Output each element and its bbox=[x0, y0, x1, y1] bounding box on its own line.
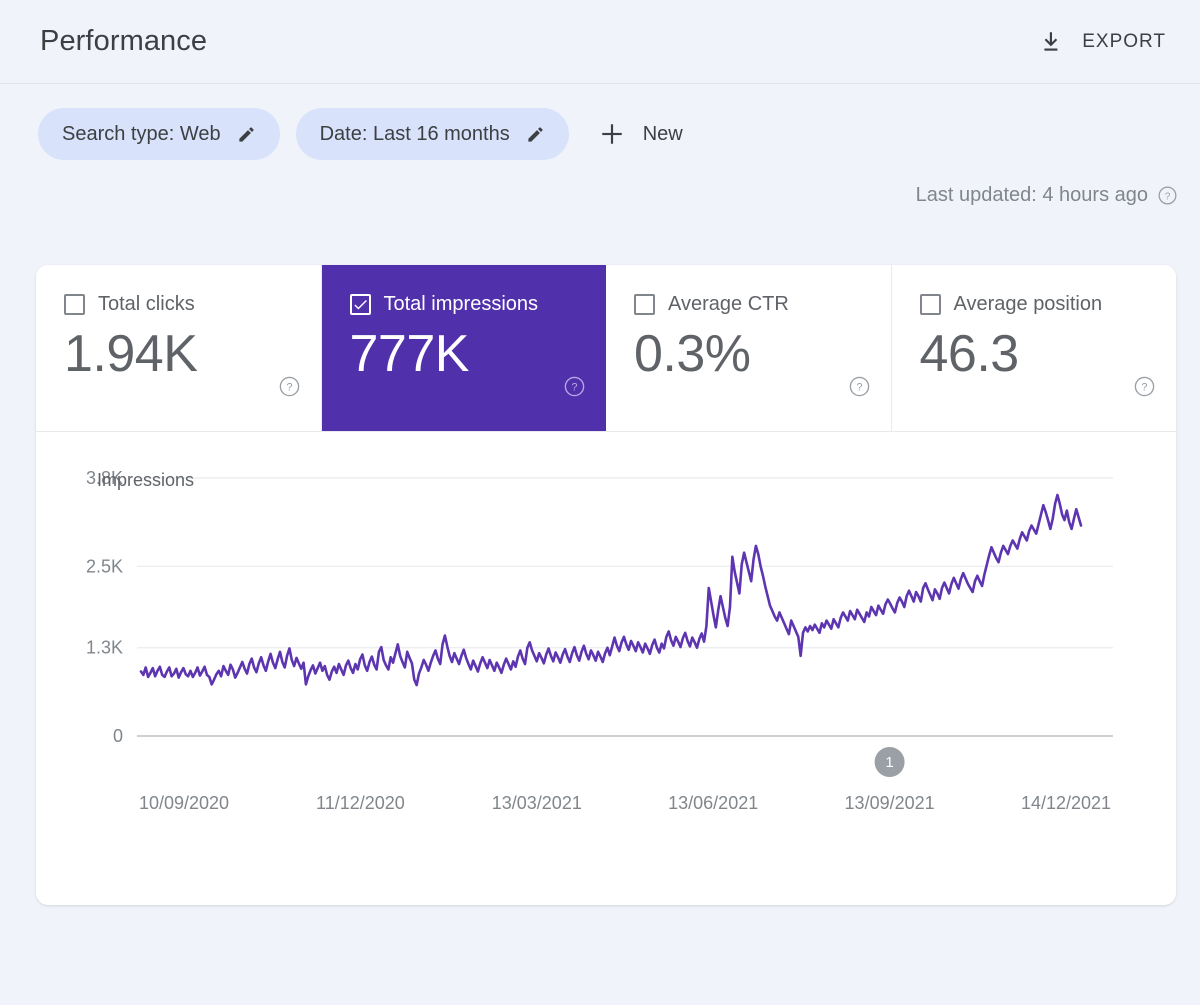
filter-chip-date-label: Date: Last 16 months bbox=[320, 123, 510, 146]
help-circle-icon[interactable]: ? bbox=[848, 375, 871, 403]
x-axis-tick-label: 13/09/2021 bbox=[845, 793, 935, 813]
new-filter-button[interactable]: New bbox=[585, 108, 697, 160]
filter-bar: Search type: Web Date: Last 16 months Ne… bbox=[0, 84, 1200, 160]
svg-text:?: ? bbox=[1165, 191, 1171, 202]
metric-header: Average CTR bbox=[634, 293, 891, 316]
metric-card-total-clicks[interactable]: Total clicks 1.94K ? bbox=[36, 265, 322, 431]
checkbox-average-ctr[interactable] bbox=[634, 294, 655, 315]
chart-canvas[interactable]: 3.8K2.5K1.3K010/09/202011/12/202013/03/2… bbox=[36, 432, 1176, 904]
chart-title: Impressions bbox=[97, 470, 194, 491]
page-header: Performance EXPORT bbox=[0, 0, 1200, 84]
new-filter-label: New bbox=[643, 123, 683, 146]
x-axis-tick-label: 11/12/2020 bbox=[316, 793, 405, 813]
pencil-icon[interactable] bbox=[526, 125, 545, 144]
metric-value: 46.3 bbox=[920, 326, 1177, 382]
metric-cards: Total clicks 1.94K ? Total impressions 7… bbox=[36, 265, 1176, 432]
metric-card-total-impressions[interactable]: Total impressions 777K ? bbox=[322, 265, 607, 431]
metric-label: Total impressions bbox=[384, 293, 539, 316]
pencil-icon[interactable] bbox=[237, 125, 256, 144]
export-label: EXPORT bbox=[1082, 31, 1166, 53]
filter-chip-date[interactable]: Date: Last 16 months bbox=[296, 108, 569, 160]
filter-chip-search-type[interactable]: Search type: Web bbox=[38, 108, 280, 160]
metric-label: Average position bbox=[954, 293, 1103, 316]
performance-card: Total clicks 1.94K ? Total impressions 7… bbox=[36, 265, 1176, 905]
metric-card-average-position[interactable]: Average position 46.3 ? bbox=[892, 265, 1177, 431]
checkbox-total-clicks[interactable] bbox=[64, 294, 85, 315]
y-axis-tick-label: 2.5K bbox=[86, 556, 123, 576]
filter-chip-search-type-label: Search type: Web bbox=[62, 123, 221, 146]
checkbox-total-impressions[interactable] bbox=[350, 294, 371, 315]
metric-label: Average CTR bbox=[668, 293, 789, 316]
chart-line-impressions[interactable] bbox=[141, 495, 1081, 685]
chart-annotation-marker[interactable]: 1 bbox=[875, 747, 905, 777]
svg-text:?: ? bbox=[1141, 382, 1147, 394]
svg-text:?: ? bbox=[856, 382, 862, 394]
download-icon bbox=[1039, 29, 1065, 55]
metric-card-average-ctr[interactable]: Average CTR 0.3% ? bbox=[606, 265, 892, 431]
y-axis-tick-label: 1.3K bbox=[86, 638, 123, 658]
last-updated-text: Last updated: 4 hours ago bbox=[916, 184, 1148, 207]
svg-text:1: 1 bbox=[885, 754, 893, 771]
help-circle-icon[interactable]: ? bbox=[278, 375, 301, 403]
x-axis-tick-label: 13/03/2021 bbox=[492, 793, 582, 813]
metric-header: Average position bbox=[920, 293, 1177, 316]
export-button[interactable]: EXPORT bbox=[1027, 21, 1178, 63]
last-updated-row: Last updated: 4 hours ago ? bbox=[0, 160, 1200, 207]
x-axis-tick-label: 13/06/2021 bbox=[668, 793, 758, 813]
svg-text:?: ? bbox=[571, 382, 577, 394]
metric-value: 777K bbox=[350, 326, 607, 382]
page-title: Performance bbox=[40, 25, 207, 58]
help-circle-icon[interactable]: ? bbox=[1133, 375, 1156, 403]
x-axis-tick-label: 10/09/2020 bbox=[139, 793, 229, 813]
plus-icon bbox=[599, 121, 625, 147]
help-circle-icon[interactable]: ? bbox=[1157, 185, 1178, 206]
impressions-chart: Impressions 3.8K2.5K1.3K010/09/202011/12… bbox=[36, 432, 1176, 904]
svg-text:?: ? bbox=[286, 382, 292, 394]
checkbox-average-position[interactable] bbox=[920, 294, 941, 315]
metric-value: 1.94K bbox=[64, 326, 321, 382]
metric-header: Total clicks bbox=[64, 293, 321, 316]
metric-label: Total clicks bbox=[98, 293, 195, 316]
x-axis-tick-label: 14/12/2021 bbox=[1021, 793, 1111, 813]
metric-value: 0.3% bbox=[634, 326, 891, 382]
y-axis-tick-label: 0 bbox=[113, 726, 123, 746]
metric-header: Total impressions bbox=[350, 293, 607, 316]
help-circle-icon[interactable]: ? bbox=[563, 375, 586, 403]
